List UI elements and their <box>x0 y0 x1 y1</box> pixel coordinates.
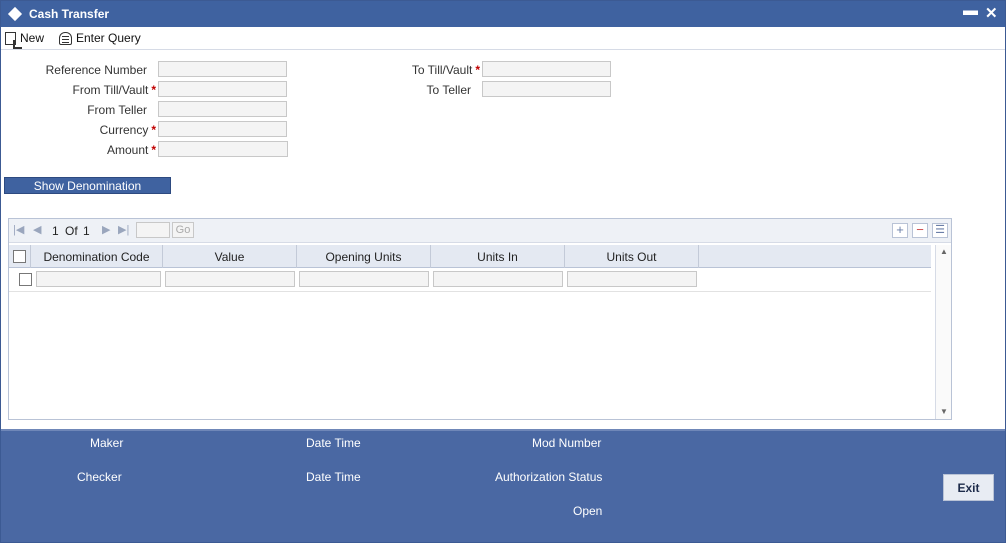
opening-units-cell[interactable] <box>299 271 429 287</box>
title-bar[interactable]: Cash Transfer ▬ ✕ <box>1 1 1005 27</box>
grid-vertical-scrollbar[interactable]: ▲ ▼ <box>935 245 951 419</box>
delete-row-icon[interactable]: − <box>912 223 928 238</box>
page-number-input[interactable] <box>136 222 170 238</box>
cash-transfer-window: Cash Transfer ▬ ✕ New Enter Query Refere… <box>0 0 1006 543</box>
scroll-down-icon[interactable]: ▼ <box>940 407 948 416</box>
new-document-icon <box>5 31 22 49</box>
total-pages: 1 <box>83 224 90 238</box>
minimize-icon[interactable]: ▬ <box>963 2 978 19</box>
record-status: Open <box>573 504 603 518</box>
app-diamond-icon <box>7 6 23 22</box>
toolbar: New Enter Query <box>1 27 1005 49</box>
denomination-grid: |◀ ◀ 1 Of 1 ▶ ▶| Go + − ☰ Denomination C… <box>8 218 952 420</box>
reference-number-label: Reference Number <box>45 63 147 77</box>
select-all-checkbox[interactable] <box>13 250 26 263</box>
units-out-cell[interactable] <box>567 271 697 287</box>
required-mark: * <box>151 143 156 157</box>
go-button[interactable]: Go <box>172 222 194 238</box>
checker-label: Checker <box>77 470 122 484</box>
exit-button[interactable]: Exit <box>943 474 994 501</box>
to-till-vault-label: To Till/Vault * <box>411 63 480 77</box>
to-till-vault-field[interactable] <box>482 61 611 77</box>
mod-number-label: Mod Number <box>532 436 602 450</box>
show-denomination-button[interactable]: Show Denomination <box>4 177 171 194</box>
page-of-label: Of <box>65 224 78 238</box>
enter-query-icon <box>59 31 72 45</box>
scroll-up-icon[interactable]: ▲ <box>940 247 948 256</box>
row-checkbox[interactable] <box>19 273 32 286</box>
column-header-value[interactable]: Value <box>163 245 297 268</box>
previous-page-icon[interactable]: ◀ <box>33 223 41 236</box>
units-in-cell[interactable] <box>433 271 563 287</box>
enter-query-label: Enter Query <box>76 31 141 45</box>
window-title: Cash Transfer <box>29 7 110 21</box>
add-row-icon[interactable]: + <box>892 223 908 238</box>
last-page-icon[interactable]: ▶| <box>118 223 129 236</box>
checker-date-time-label: Date Time <box>306 470 361 484</box>
required-mark: * <box>151 123 156 137</box>
to-teller-label: To Teller <box>426 83 471 97</box>
audit-footer: Maker Date Time Mod Number Checker Date … <box>1 429 1005 542</box>
amount-field[interactable] <box>158 141 288 157</box>
grid-pager: |◀ ◀ 1 Of 1 ▶ ▶| Go + − ☰ <box>9 219 951 243</box>
column-header-units-out[interactable]: Units Out <box>565 245 699 268</box>
maker-date-time-label: Date Time <box>306 436 361 450</box>
from-till-vault-label: From Till/Vault * <box>72 83 156 97</box>
required-mark: * <box>475 63 480 77</box>
required-mark: * <box>151 83 156 97</box>
value-cell[interactable] <box>165 271 295 287</box>
next-page-icon[interactable]: ▶ <box>102 223 110 236</box>
new-button[interactable]: New <box>5 29 45 49</box>
column-header-opening-units[interactable]: Opening Units <box>297 245 431 268</box>
authorization-status-label: Authorization Status <box>495 470 603 484</box>
select-all-cell <box>9 245 31 268</box>
to-teller-field[interactable] <box>482 81 611 97</box>
from-teller-label: From Teller <box>87 103 147 117</box>
from-teller-field[interactable] <box>158 101 287 117</box>
currency-field[interactable] <box>158 121 287 137</box>
enter-query-button[interactable]: Enter Query <box>59 29 141 47</box>
maker-label: Maker <box>90 436 124 450</box>
close-icon[interactable]: ✕ <box>985 4 998 22</box>
amount-label: Amount * <box>106 143 156 157</box>
denomination-code-cell[interactable] <box>36 271 161 287</box>
column-header-units-in[interactable]: Units In <box>431 245 565 268</box>
new-button-label: New <box>20 31 45 45</box>
currency-label: Currency * <box>99 123 156 137</box>
reference-number-field[interactable] <box>158 61 287 77</box>
column-header-denomination-code[interactable]: Denomination Code <box>31 245 163 268</box>
table-row <box>9 268 931 292</box>
grid-header: Denomination Code Value Opening Units Un… <box>9 245 931 268</box>
current-page: 1 <box>52 224 59 238</box>
toolbar-divider <box>1 49 1005 50</box>
from-till-vault-field[interactable] <box>158 81 287 97</box>
single-view-icon[interactable]: ☰ <box>932 223 948 238</box>
first-page-icon[interactable]: |◀ <box>13 223 24 236</box>
